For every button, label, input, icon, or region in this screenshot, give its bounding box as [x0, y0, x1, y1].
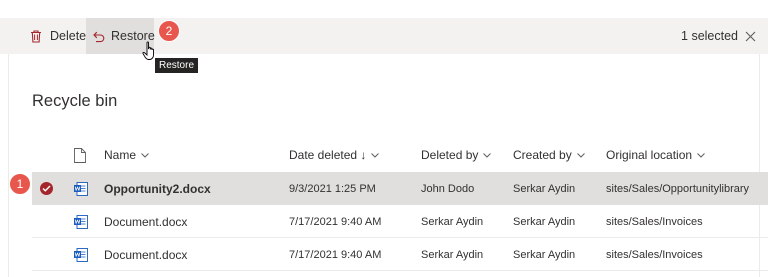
annotation-badge-1: 1: [9, 173, 31, 195]
original-location: sites/Sales/Invoices: [606, 248, 703, 261]
date-deleted: 7/17/2021 9:40 AM: [289, 215, 382, 228]
table-row[interactable]: Document.docx 7/17/2021 9:40 AM Serkar A…: [32, 238, 768, 271]
delete-label: Delete: [50, 29, 87, 43]
chevron-down-icon: [371, 152, 380, 158]
column-deleted-by-label: Deleted by: [421, 148, 479, 162]
file-name[interactable]: Opportunity2.docx: [104, 172, 211, 205]
word-document-icon: [74, 172, 88, 205]
created-by: Serkar Aydin: [513, 248, 576, 261]
table-row[interactable]: Document.docx 7/17/2021 9:40 AM Serkar A…: [32, 205, 768, 238]
close-icon[interactable]: [745, 31, 756, 42]
column-header-name[interactable]: Name: [104, 137, 149, 173]
deleted-by: John Dodo: [421, 182, 475, 195]
page-title: Recycle bin: [32, 92, 118, 110]
hand-cursor-icon: [142, 41, 154, 60]
command-bar: Delete Restore 1 selected: [0, 18, 768, 54]
list-header: Name Date deleted ↓ Deleted by Created b…: [32, 137, 768, 173]
original-location: sites/Sales/Invoices: [606, 215, 703, 228]
word-document-icon: [74, 205, 88, 238]
selected-count-text: 1 selected: [681, 29, 738, 43]
column-header-original-location[interactable]: Original location: [606, 137, 705, 173]
file-name[interactable]: Document.docx: [104, 205, 187, 238]
chevron-down-icon: [483, 152, 492, 158]
annotation-badge-2: 2: [158, 20, 180, 42]
file-type-icon[interactable]: [74, 137, 86, 173]
table-row[interactable]: Opportunity2.docx 9/3/2021 1:25 PM John …: [32, 172, 768, 205]
restore-tooltip: Restore: [155, 58, 199, 73]
selection-status: 1 selected: [681, 18, 756, 54]
word-document-icon: [74, 238, 88, 271]
chevron-down-icon: [141, 152, 149, 158]
column-created-by-label: Created by: [513, 148, 572, 162]
column-header-created-by[interactable]: Created by: [513, 137, 585, 173]
column-name-label: Name: [104, 148, 137, 162]
created-by: Serkar Aydin: [513, 182, 576, 195]
file-name[interactable]: Document.docx: [104, 238, 187, 271]
deleted-by: Serkar Aydin: [421, 248, 484, 261]
date-deleted: 9/3/2021 1:25 PM: [289, 182, 376, 195]
chevron-down-icon: [576, 152, 585, 158]
column-original-location-label: Original location: [606, 148, 693, 162]
original-location: sites/Sales/Opportunitylibrary: [606, 182, 750, 195]
column-date-deleted-label: Date deleted ↓: [289, 148, 367, 162]
chevron-down-icon: [697, 152, 705, 158]
delete-button[interactable]: Delete: [28, 18, 86, 54]
deleted-by: Serkar Aydin: [421, 215, 484, 228]
created-by: Serkar Aydin: [513, 215, 576, 228]
check-circle-icon[interactable]: [40, 182, 53, 195]
column-header-date-deleted[interactable]: Date deleted ↓: [289, 137, 380, 173]
date-deleted: 7/17/2021 9:40 AM: [289, 248, 382, 261]
undo-arrow-icon: [91, 28, 105, 44]
trash-icon: [28, 28, 44, 44]
column-header-deleted-by[interactable]: Deleted by: [421, 137, 492, 173]
